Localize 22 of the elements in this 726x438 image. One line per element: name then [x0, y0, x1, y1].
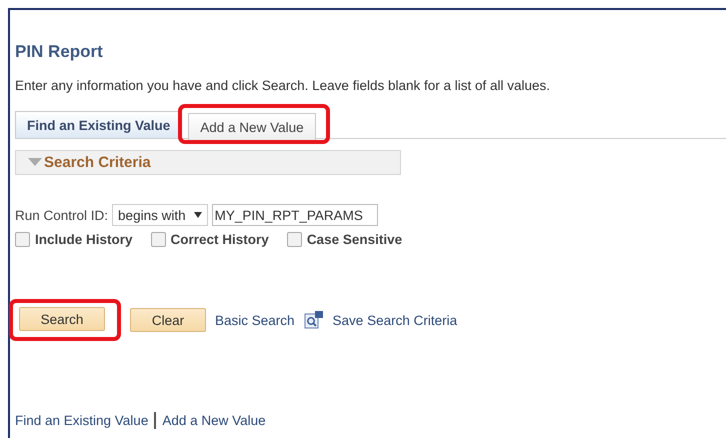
- input-field[interactable]: MY_PIN_RPT_PARAMS: [212, 204, 378, 226]
- field-label: Run Control ID:: [15, 208, 108, 222]
- link[interactable]: Save Search Criteria: [332, 312, 458, 328]
- checkbox[interactable]: [15, 232, 30, 247]
- checkbox-label: Case Sensitive: [306, 232, 402, 247]
- section-header[interactable]: Search Criteria: [15, 150, 401, 175]
- checkbox[interactable]: [150, 232, 166, 247]
- page-title: PIN Report: [15, 42, 103, 62]
- link[interactable]: Basic Search: [215, 312, 295, 328]
- clear-button[interactable]: Clear: [130, 308, 206, 332]
- section-title: Search Criteria: [44, 154, 151, 171]
- checkbox-label: Include History: [35, 232, 133, 247]
- link[interactable]: Add a New Value: [162, 413, 266, 428]
- checkbox[interactable]: [286, 232, 302, 247]
- instructions-text: Enter any information you have and click Search. Leave fields blank for a list of all values.: [15, 78, 550, 93]
- checkbox-label: Correct History: [170, 232, 269, 247]
- operator-dropdown[interactable]: begins with: [112, 204, 208, 226]
- search-document-icon: [304, 311, 324, 329]
- dropdown-arrow-icon: [194, 212, 202, 218]
- search-button[interactable]: Search: [19, 307, 105, 331]
- tab[interactable]: Add a New Value: [188, 113, 316, 140]
- link[interactable]: Find an Existing Value: [15, 413, 148, 428]
